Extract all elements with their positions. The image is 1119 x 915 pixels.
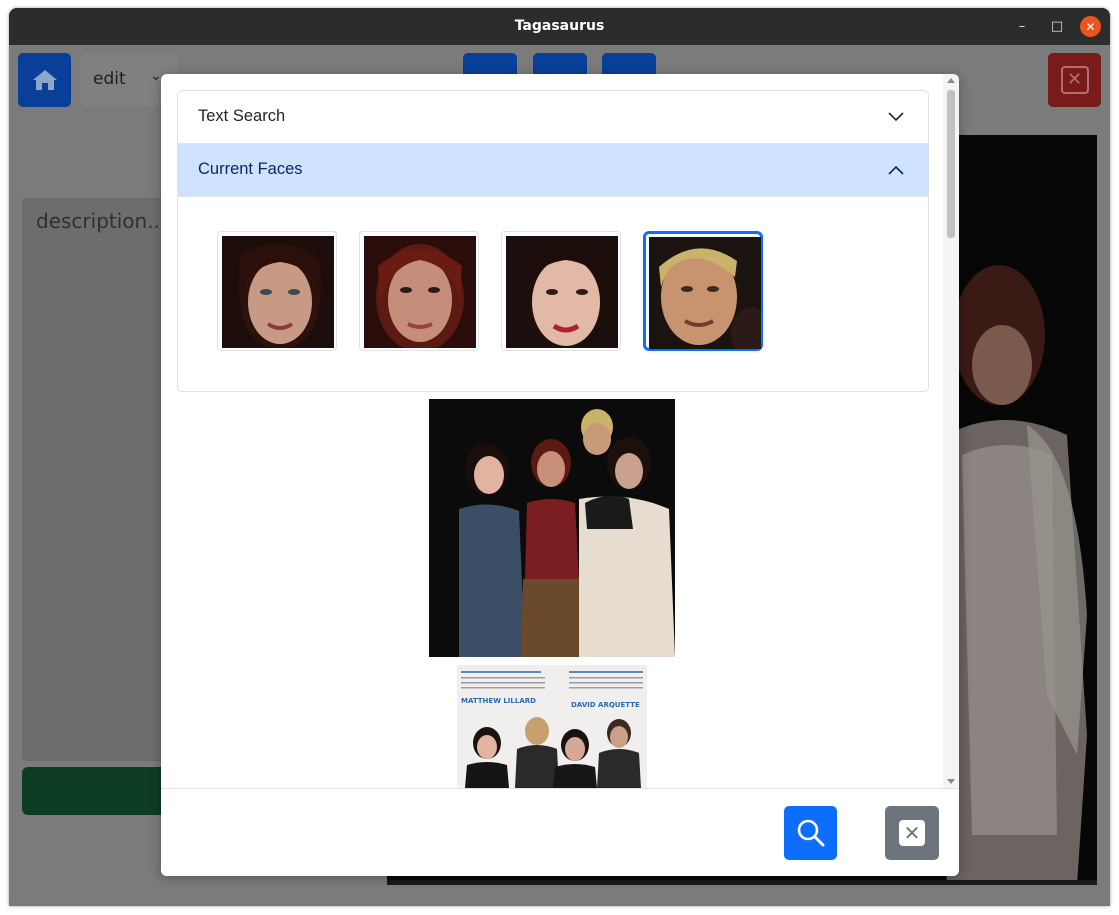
- face-image: [649, 237, 761, 349]
- home-icon: [32, 70, 57, 90]
- search-result-image[interactable]: MATTHEW LILLARD DAVID ARQUETTE: [457, 665, 647, 788]
- search-result-image[interactable]: [429, 399, 675, 657]
- chevron-down-icon: ⌄: [150, 68, 162, 84]
- modal-scrollbar[interactable]: [943, 74, 959, 788]
- face-thumbnail[interactable]: [359, 231, 479, 351]
- accordion-text-search[interactable]: Text Search: [178, 91, 928, 144]
- search-button[interactable]: [784, 806, 837, 860]
- scroll-down-icon[interactable]: [947, 779, 955, 784]
- chevron-up-icon: [888, 165, 904, 175]
- magazine-scan: MATTHEW LILLARD DAVID ARQUETTE: [457, 665, 647, 788]
- search-icon: [797, 819, 824, 847]
- face-thumbnail-selected[interactable]: [643, 231, 763, 351]
- face-search-modal: Text Search Current Faces MATTHEW LILLAR…: [161, 74, 959, 876]
- search-accordion: Text Search Current Faces: [177, 90, 929, 392]
- mode-select-value: edit: [93, 69, 126, 89]
- window-title: Tagasaurus: [514, 18, 605, 34]
- maximize-button[interactable]: □: [1047, 16, 1067, 36]
- accordion-current-faces-label: Current Faces: [198, 160, 303, 178]
- delete-button[interactable]: ✕: [1048, 53, 1101, 107]
- face-image: [222, 236, 334, 348]
- description-placeholder: description...: [36, 209, 167, 233]
- photo-caption-strip: [387, 880, 1097, 885]
- group-photo: [429, 399, 675, 657]
- current-faces-panel: [178, 197, 928, 391]
- chevron-down-icon: [888, 112, 904, 122]
- close-icon: ✕: [899, 820, 925, 846]
- magazine-caption-right: DAVID ARQUETTE: [571, 701, 640, 709]
- window-close-button[interactable]: ✕: [1080, 16, 1101, 37]
- minimize-button[interactable]: –: [1012, 16, 1032, 36]
- face-thumbnail[interactable]: [217, 231, 337, 351]
- scroll-thumb[interactable]: [947, 90, 955, 238]
- home-button[interactable]: [18, 53, 71, 107]
- modal-footer: ✕: [161, 788, 959, 876]
- magazine-caption-left: MATTHEW LILLARD: [461, 697, 536, 705]
- accordion-current-faces[interactable]: Current Faces: [178, 144, 928, 197]
- face-thumbnail[interactable]: [501, 231, 621, 351]
- face-image: [364, 236, 476, 348]
- scroll-up-icon[interactable]: [947, 78, 955, 83]
- close-icon: ✕: [1060, 66, 1089, 94]
- accordion-text-search-label: Text Search: [198, 107, 286, 125]
- face-image: [506, 236, 618, 348]
- title-bar[interactable]: Tagasaurus – □ ✕: [9, 8, 1110, 45]
- close-modal-button[interactable]: ✕: [885, 806, 939, 860]
- modal-body[interactable]: Text Search Current Faces MATTHEW LILLAR…: [161, 74, 943, 788]
